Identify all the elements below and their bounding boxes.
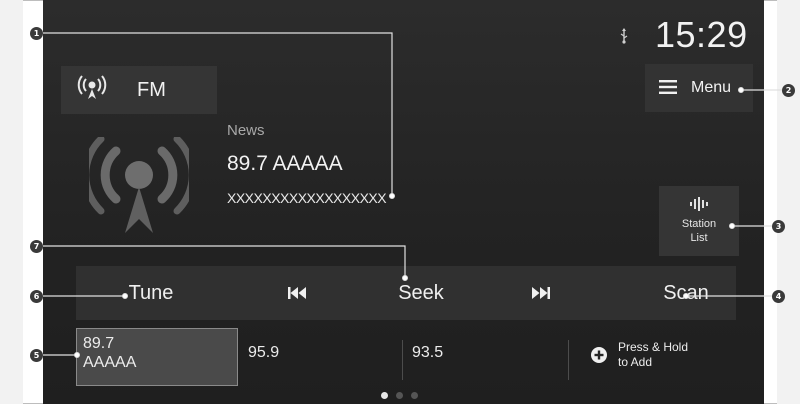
callout-7: 7 (30, 240, 43, 253)
callout-6: 6 (30, 290, 43, 303)
callout-1: 1 (30, 27, 43, 40)
callout-3: 3 (772, 220, 785, 233)
callout-5: 5 (30, 349, 43, 362)
callout-4: 4 (772, 290, 785, 303)
callout-2: 2 (782, 84, 795, 97)
callout-leader-lines (42, 32, 783, 358)
